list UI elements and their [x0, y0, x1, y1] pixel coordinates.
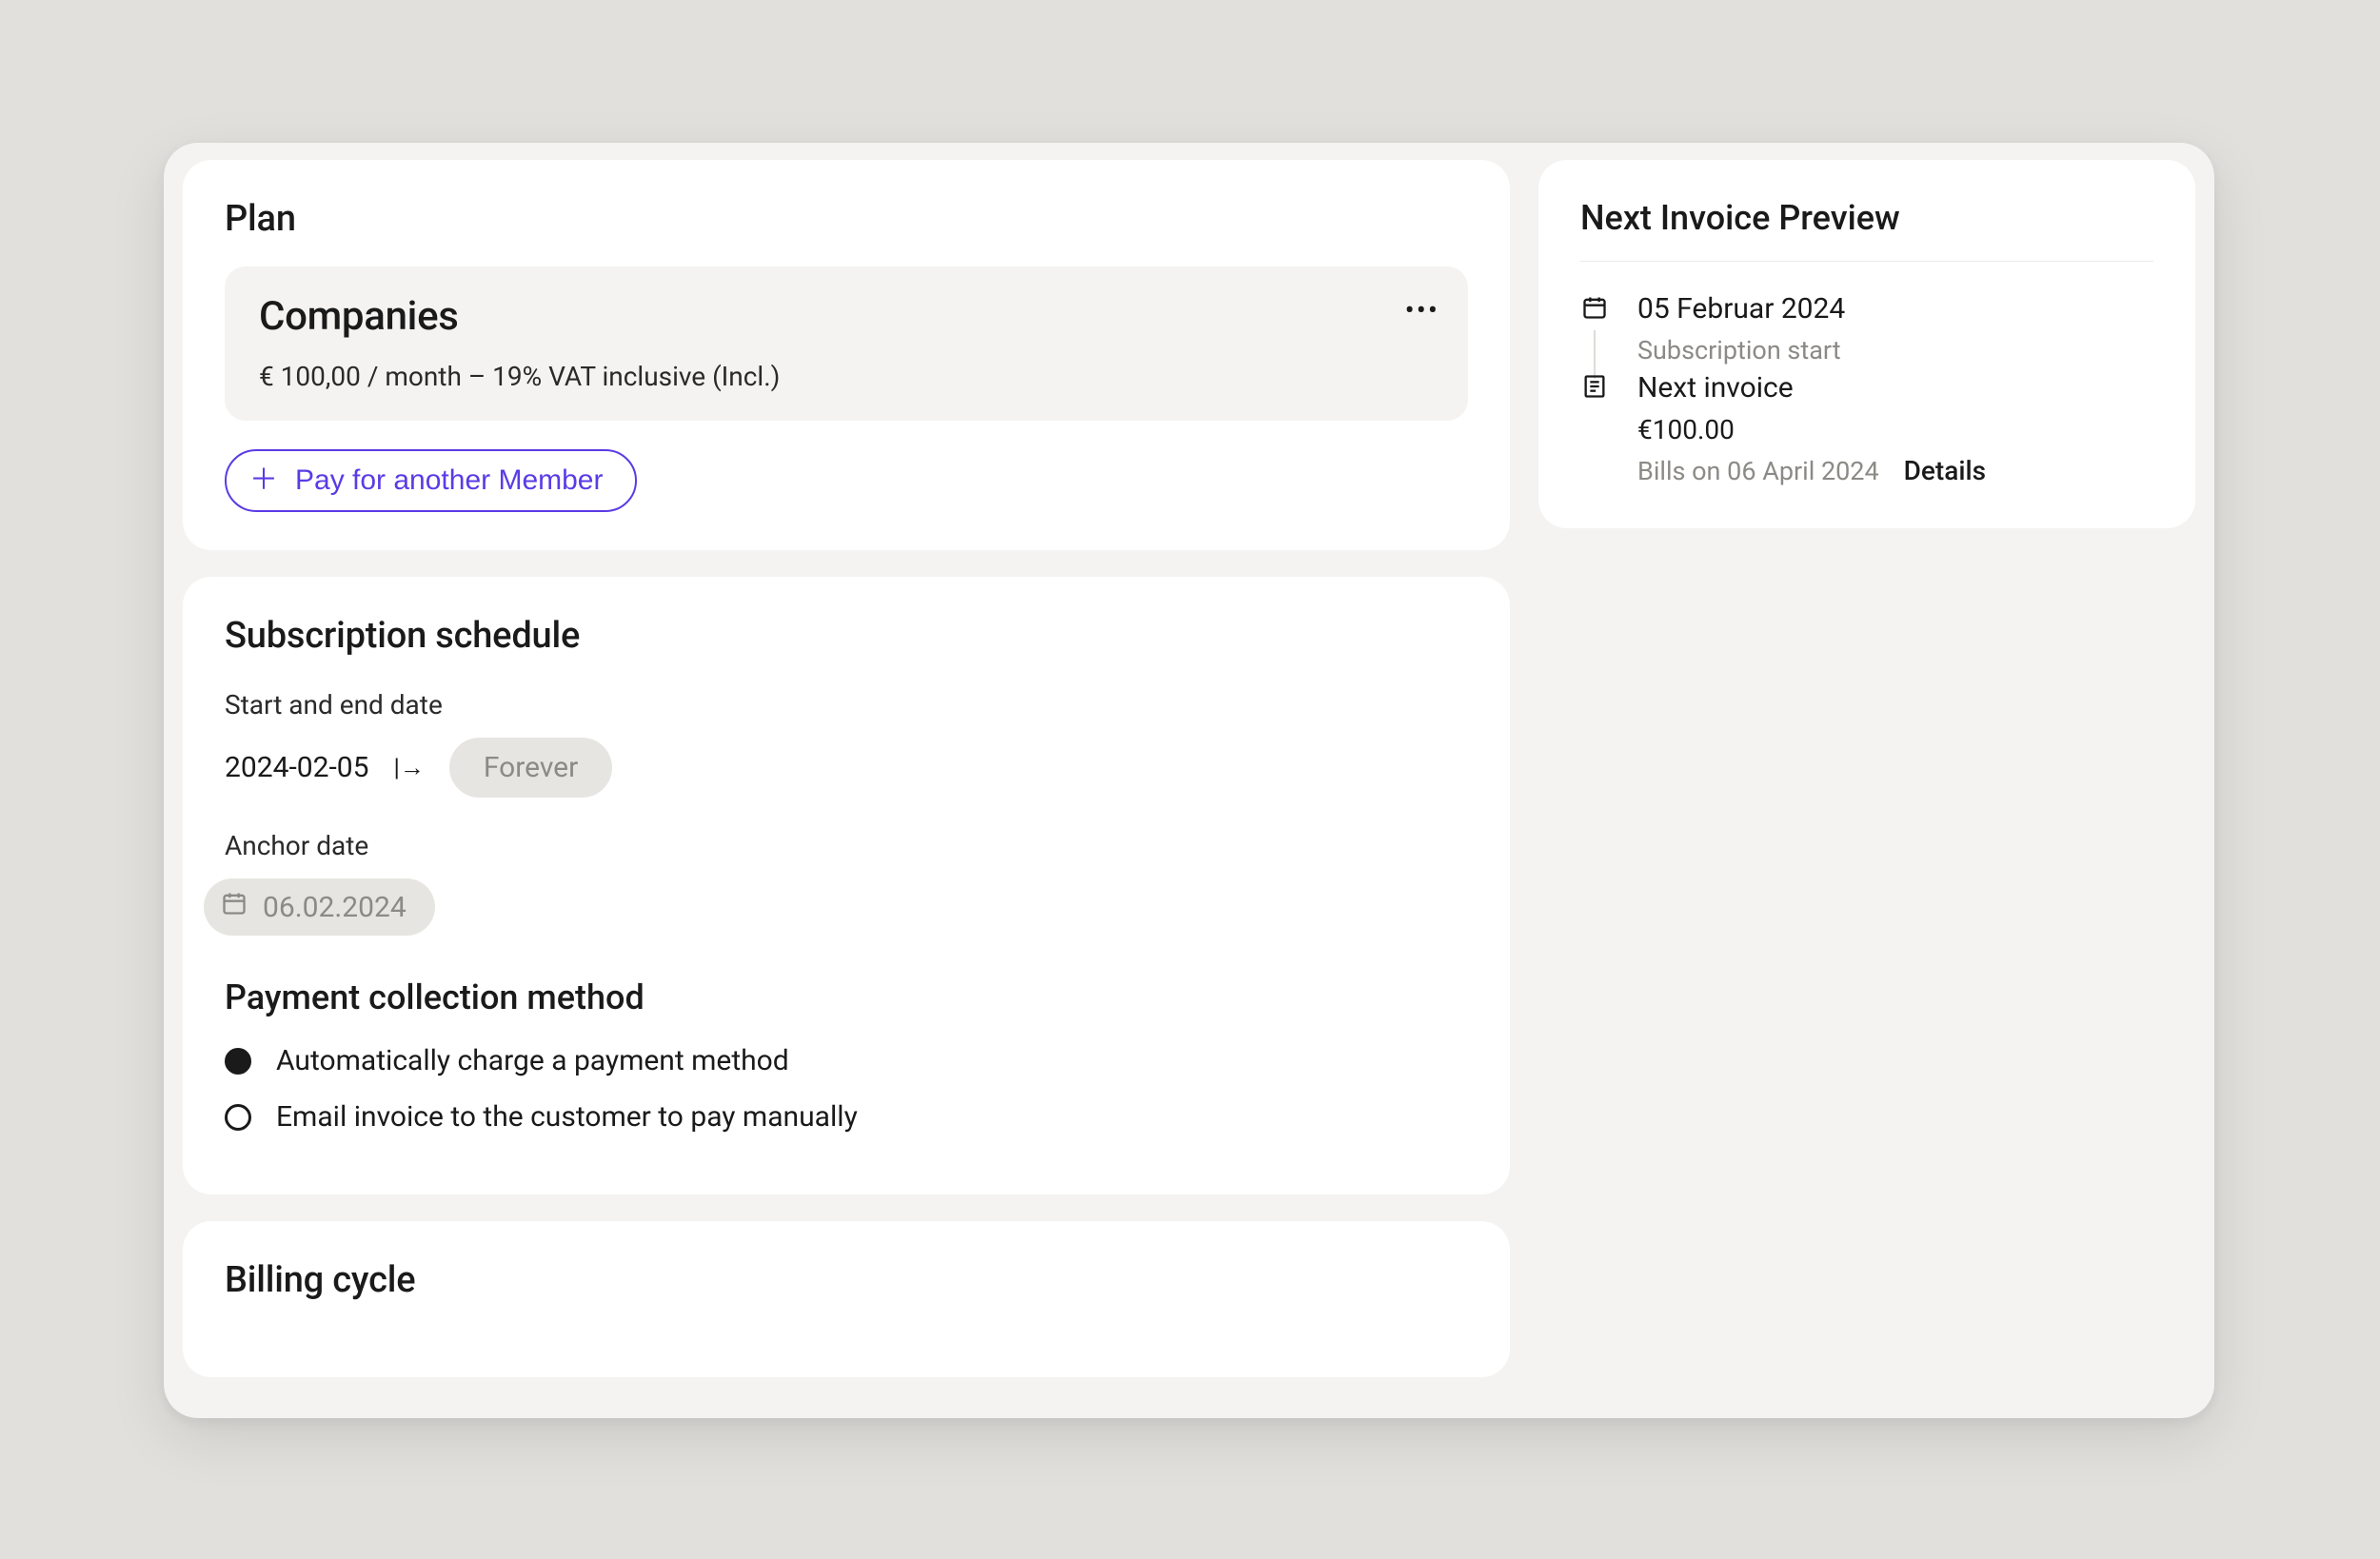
payment-method-email-label: Email invoice to the customer to pay man…	[276, 1100, 858, 1134]
plan-price-line: € 100,00 / month – 19% VAT inclusive (In…	[259, 361, 1434, 392]
invoice-preview-card: Next Invoice Preview	[1538, 160, 2195, 528]
timeline-item-start: 05 Februar 2024 Subscription start	[1580, 292, 2153, 371]
payment-method-email[interactable]: Email invoice to the customer to pay man…	[225, 1100, 1468, 1134]
plan-card: Plan ••• Companies € 100,00 / month – 19…	[183, 160, 1510, 550]
billing-cycle-title: Billing cycle	[225, 1259, 1468, 1301]
more-horizontal-icon[interactable]: •••	[1405, 297, 1439, 326]
billing-cycle-card: Billing cycle	[183, 1221, 1510, 1377]
pay-button-label: Pay for another Member	[295, 464, 603, 497]
settings-panel: Plan ••• Companies € 100,00 / month – 19…	[164, 143, 2214, 1418]
plan-section-title: Plan	[225, 198, 1468, 240]
payment-method-auto[interactable]: Automatically charge a payment method	[225, 1044, 1468, 1077]
calendar-icon	[221, 890, 248, 924]
pay-for-another-member-button[interactable]: ＋ Pay for another Member	[225, 449, 637, 512]
subscription-start-date: 05 Februar 2024	[1637, 292, 2153, 326]
next-invoice-title: Next invoice	[1637, 371, 2153, 405]
arrow-right-icon: |→	[393, 753, 424, 782]
schedule-section-title: Subscription schedule	[225, 615, 1468, 657]
right-column: Next Invoice Preview	[1538, 160, 2195, 1401]
next-invoice-bills-on: Bills on 06 April 2024	[1637, 456, 1879, 486]
radio-checked-icon	[225, 1048, 251, 1075]
next-invoice-amount: €100.00	[1637, 414, 2153, 445]
start-end-date-label: Start and end date	[225, 689, 1468, 720]
subscription-schedule-card: Subscription schedule Start and end date…	[183, 577, 1510, 1194]
next-invoice-details-link[interactable]: Details	[1904, 455, 1986, 486]
timeline-item-next-invoice: Next invoice €100.00 Bills on 06 April 2…	[1580, 371, 2153, 486]
date-row: 2024-02-05 |→ Forever	[225, 738, 1468, 798]
invoice-icon	[1580, 371, 1609, 486]
plus-icon: ＋	[249, 466, 278, 495]
payment-method-auto-label: Automatically charge a payment method	[276, 1044, 789, 1077]
end-date-chip[interactable]: Forever	[449, 738, 612, 798]
plan-name: Companies	[259, 293, 1434, 340]
radio-unchecked-icon	[225, 1104, 251, 1131]
invoice-timeline: 05 Februar 2024 Subscription start	[1580, 292, 2153, 486]
payment-method-title: Payment collection method	[225, 977, 1468, 1017]
start-date-value[interactable]: 2024-02-05	[225, 751, 368, 784]
anchor-date-value: 06.02.2024	[263, 891, 407, 924]
left-column: Plan ••• Companies € 100,00 / month – 19…	[183, 160, 1510, 1401]
invoice-preview-title: Next Invoice Preview	[1580, 198, 2153, 262]
subscription-start-label: Subscription start	[1637, 335, 2153, 365]
anchor-date-chip[interactable]: 06.02.2024	[204, 878, 435, 936]
plan-summary-box: ••• Companies € 100,00 / month – 19% VAT…	[225, 266, 1468, 421]
anchor-date-label: Anchor date	[225, 830, 1468, 861]
